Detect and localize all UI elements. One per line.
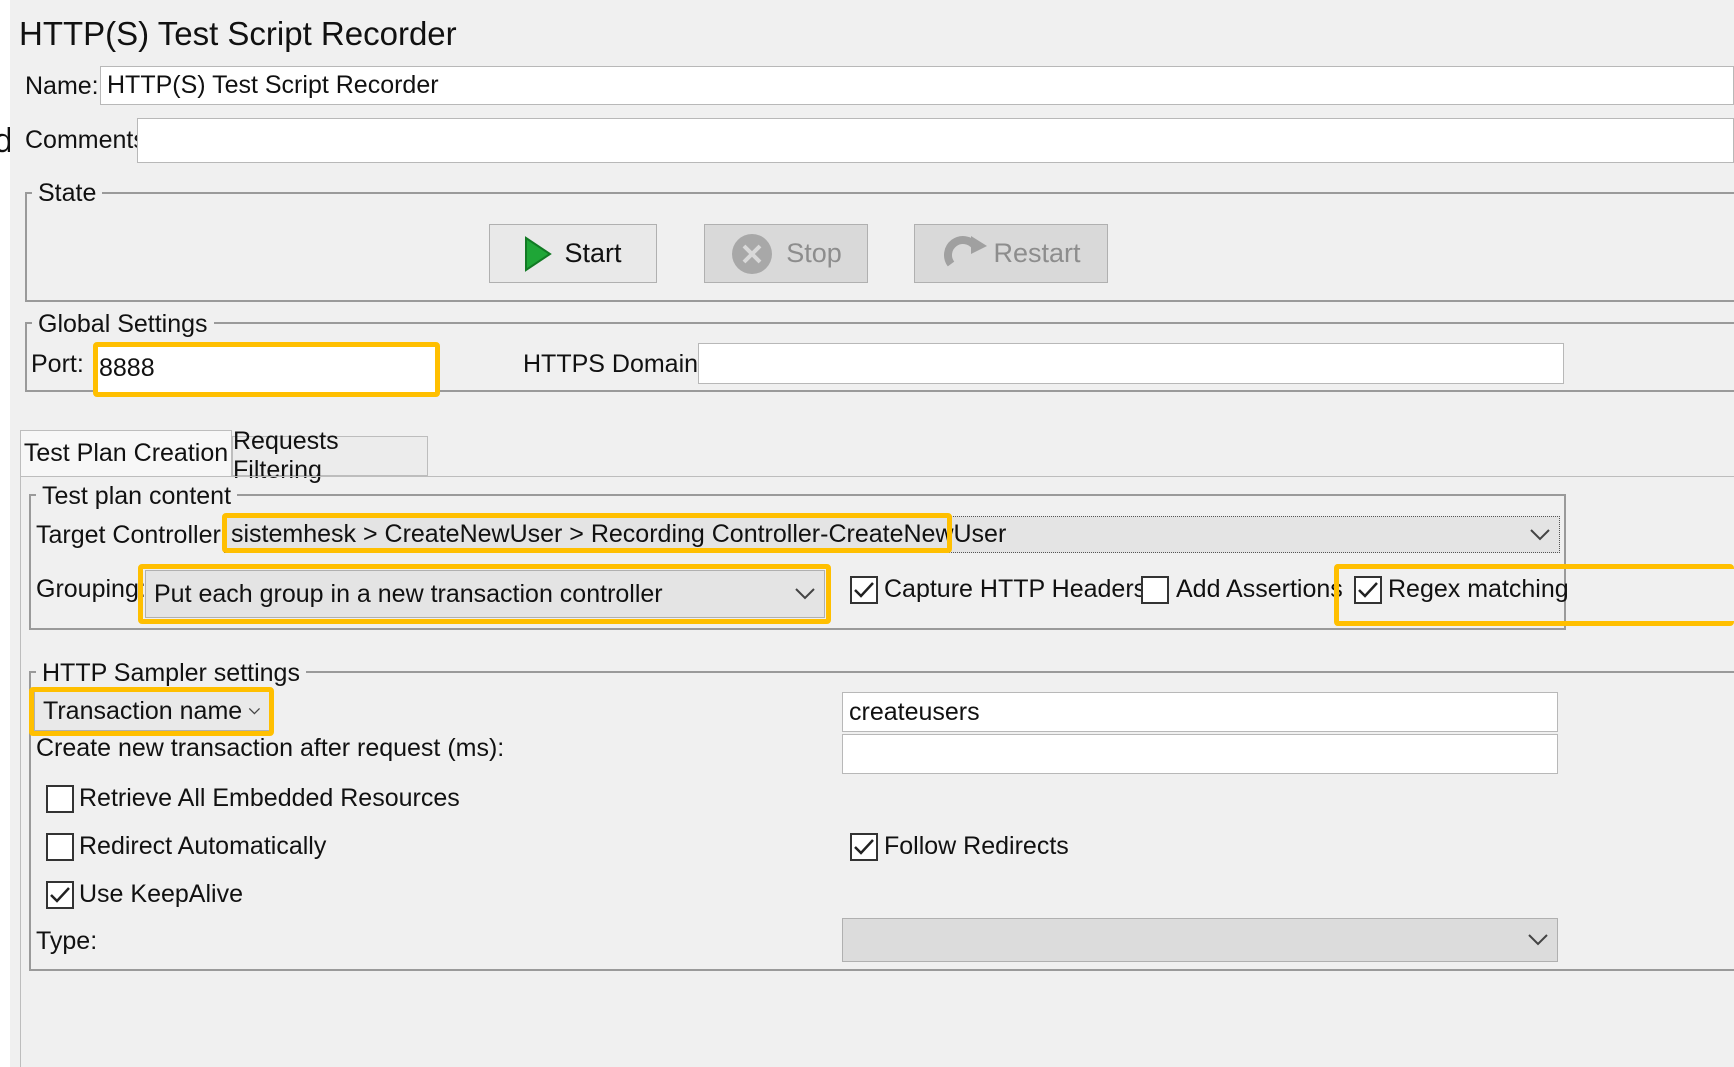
add-assertions-label: Add Assertions xyxy=(1176,575,1343,603)
use-keepalive-label: Use KeepAlive xyxy=(79,880,243,908)
create-new-transaction-label: Create new transaction after request (ms… xyxy=(36,734,505,762)
regex-matching-highlight xyxy=(1334,564,1734,626)
name-label: Name: xyxy=(25,72,99,100)
tab-requests-filtering[interactable]: Requests Filtering xyxy=(232,427,428,484)
chevron-down-icon xyxy=(1530,528,1550,540)
port-highlight xyxy=(93,342,440,397)
restart-icon xyxy=(944,235,988,266)
start-button-label: Start xyxy=(564,238,622,268)
stop-button[interactable]: Stop xyxy=(704,224,868,283)
retrieve-embedded-label: Retrieve All Embedded Resources xyxy=(79,784,460,812)
target-controller-highlight xyxy=(222,513,952,553)
add-assertions-checkbox[interactable] xyxy=(1141,576,1169,604)
stop-button-label: Stop xyxy=(786,238,842,268)
tab-test-plan-creation-label: Test Plan Creation xyxy=(23,439,229,467)
capture-http-headers-checkbox[interactable] xyxy=(850,576,878,604)
name-field[interactable]: HTTP(S) Test Script Recorder xyxy=(100,66,1734,105)
capture-http-headers-label: Capture HTTP Headers xyxy=(884,575,1147,603)
test-plan-content-legend: Test plan content xyxy=(36,484,238,509)
restart-button-label: Restart xyxy=(993,238,1081,268)
state-group xyxy=(25,192,1734,302)
redirect-automatically-label: Redirect Automatically xyxy=(79,832,327,860)
grouping-label: Grouping: xyxy=(36,575,146,603)
restart-button[interactable]: Restart xyxy=(914,224,1108,283)
grouping-highlight xyxy=(138,564,831,624)
comments-label: Comments: xyxy=(25,126,153,154)
target-controller-label: Target Controller: xyxy=(36,521,228,549)
type-label: Type: xyxy=(36,927,98,955)
https-domains-field[interactable] xyxy=(698,343,1564,384)
redirect-automatically-checkbox[interactable] xyxy=(46,833,74,861)
follow-redirects-checkbox[interactable] xyxy=(850,833,878,861)
stop-icon xyxy=(732,233,773,274)
use-keepalive-checkbox[interactable] xyxy=(46,881,74,909)
checkmark-icon xyxy=(854,839,874,855)
create-new-transaction-field[interactable] xyxy=(842,734,1558,774)
http-sampler-settings-legend: HTTP Sampler settings xyxy=(36,661,306,686)
play-icon xyxy=(525,235,553,272)
checkmark-icon xyxy=(854,582,874,598)
follow-redirects-label: Follow Redirects xyxy=(884,832,1069,860)
state-legend: State xyxy=(32,181,103,206)
global-settings-legend: Global Settings xyxy=(32,312,214,337)
retrieve-embedded-checkbox[interactable] xyxy=(46,785,74,813)
start-button[interactable]: Start xyxy=(489,224,657,283)
https-domains-label: HTTPS Domains: xyxy=(523,350,718,378)
port-label: Port: xyxy=(31,350,84,378)
checkmark-icon xyxy=(50,887,70,903)
comments-field[interactable] xyxy=(137,118,1734,163)
page-title: HTTP(S) Test Script Recorder xyxy=(19,15,457,52)
transaction-name-field[interactable]: createusers xyxy=(842,692,1558,732)
chevron-down-icon xyxy=(1528,934,1548,946)
transaction-name-highlight xyxy=(29,687,274,736)
tab-test-plan-creation[interactable]: Test Plan Creation xyxy=(20,430,232,476)
type-select[interactable] xyxy=(842,918,1558,962)
